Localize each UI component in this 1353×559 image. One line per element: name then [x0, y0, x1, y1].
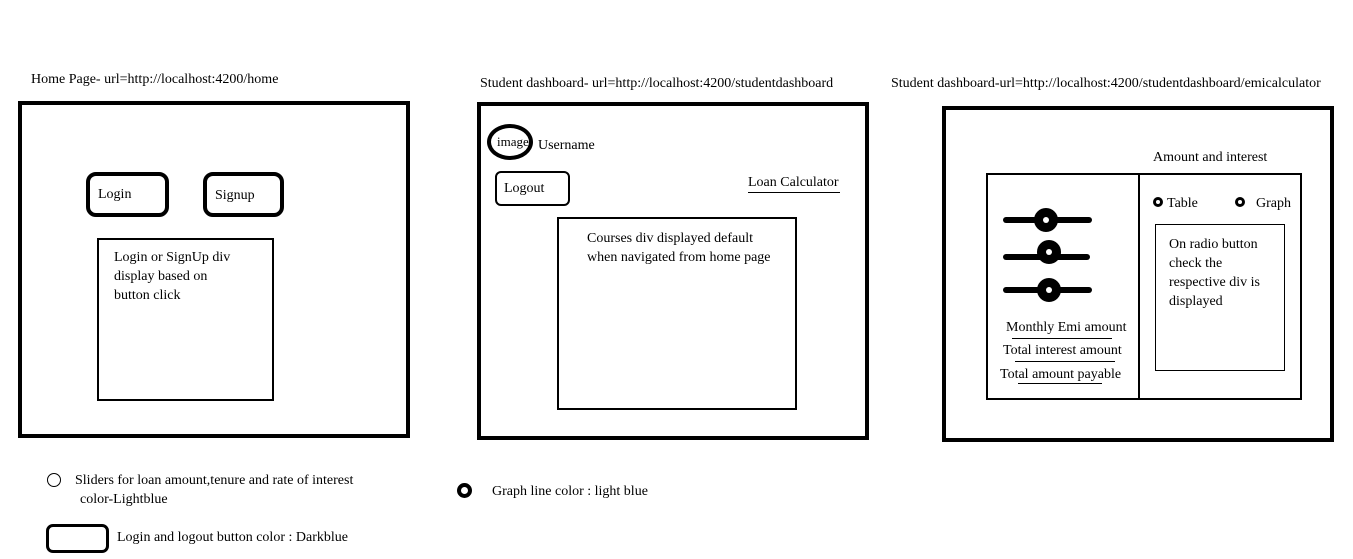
- home-caption: Home Page- url=http://localhost:4200/hom…: [31, 72, 279, 87]
- signup-button[interactable]: Signup: [203, 172, 284, 217]
- table-radio-label: Table: [1167, 196, 1198, 211]
- slider-legend-circle-icon: [47, 473, 61, 487]
- graph-radio[interactable]: [1235, 197, 1245, 207]
- logout-button-label: Logout: [504, 181, 545, 196]
- login-signup-panel: Login or SignUp div display based on but…: [97, 238, 274, 401]
- monthly-emi-label: Monthly Emi amount: [1006, 320, 1127, 335]
- emi-caption: Student dashboard-url=http://localhost:4…: [891, 76, 1321, 91]
- loan-amount-slider-handle[interactable]: [1034, 208, 1058, 232]
- login-button[interactable]: Login: [86, 172, 169, 217]
- graph-legend-ring-icon: [457, 483, 472, 498]
- interest-rate-slider-handle[interactable]: [1037, 278, 1061, 302]
- result-display-panel-text: On radio button check the respective div…: [1169, 237, 1260, 309]
- signup-button-label: Signup: [215, 188, 255, 203]
- login-signup-panel-text: Login or SignUp div display based on but…: [114, 250, 231, 303]
- graph-radio-label: Graph: [1256, 196, 1291, 211]
- avatar-label: image: [497, 134, 529, 149]
- loan-calculator-link[interactable]: Loan Calculator: [748, 173, 839, 192]
- amount-interest-title: Amount and interest: [1153, 150, 1268, 165]
- button-legend-icon: [46, 524, 109, 553]
- logout-button[interactable]: Logout: [495, 171, 570, 206]
- total-payable-label: Total amount payable: [1000, 367, 1122, 382]
- slider-legend-line1: Sliders for loan amount,tenure and rate …: [75, 473, 354, 488]
- username-label: Username: [538, 138, 595, 153]
- avatar: image: [487, 124, 533, 160]
- calculator-divider: [1138, 173, 1140, 400]
- courses-panel-text: Courses div displayed default when navig…: [587, 231, 771, 265]
- dashboard-caption: Student dashboard- url=http://localhost:…: [480, 76, 834, 91]
- result-display-panel: On radio button check the respective div…: [1155, 224, 1285, 371]
- total-interest-underline: [1015, 361, 1115, 362]
- courses-panel: Courses div displayed default when navig…: [557, 217, 797, 410]
- total-payable-underline: [1018, 383, 1102, 384]
- loan-calculator-underline: [748, 192, 840, 193]
- slider-legend-line2: color-Lightblue: [80, 492, 168, 507]
- graph-legend-text: Graph line color : light blue: [492, 484, 648, 499]
- login-button-label: Login: [98, 187, 132, 202]
- monthly-emi-underline: [1012, 338, 1112, 339]
- total-interest-label: Total interest amount: [1003, 343, 1122, 358]
- table-radio[interactable]: [1153, 197, 1163, 207]
- tenure-slider-handle[interactable]: [1037, 240, 1061, 264]
- button-legend-text: Login and logout button color : Darkblue: [117, 530, 348, 545]
